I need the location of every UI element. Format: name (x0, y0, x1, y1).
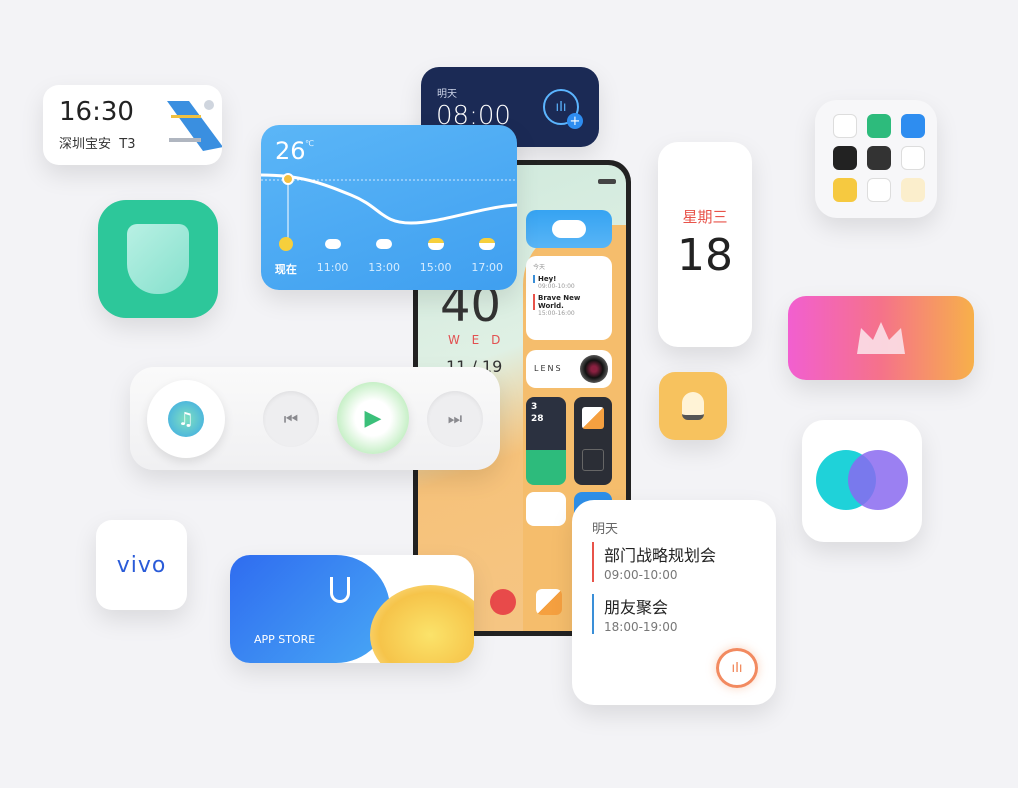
dock-app-icon[interactable] (536, 589, 562, 615)
note-title: Hey! (533, 275, 605, 283)
status-bar-battery-icon (598, 179, 616, 184)
steps-value: 28 (531, 414, 544, 424)
music-note-icon: ♫ (168, 401, 204, 437)
event-title: 部门战略规划会 (604, 546, 717, 565)
cube-icon (582, 407, 604, 429)
event-time: 18:00-19:00 (604, 620, 678, 634)
forecast-hour: 15:00 (420, 237, 452, 277)
date-day: 18 (677, 230, 733, 281)
clock-app-icon[interactable] (833, 114, 857, 138)
alarm-label: 明天 (437, 89, 457, 100)
previous-track-button[interactable]: ⏮ (263, 391, 319, 447)
rain-cloud-icon (376, 239, 393, 249)
date-widget[interactable]: 星期三 18 (658, 142, 752, 347)
weather-unit: ℃ (305, 139, 314, 148)
lightbulb-icon (682, 392, 704, 420)
app-store-logo-icon (330, 577, 350, 603)
flight-airport: 深圳宝安 T3 (59, 137, 136, 152)
note-time: 09:00-10:00 (538, 283, 575, 290)
weather-temp: 26 (275, 137, 306, 165)
security-app-icon[interactable] (98, 200, 218, 318)
music-player-widget: ♫ ⏮ ▶ ⏭ (130, 367, 500, 470)
lockscreen-weekday: W E D (448, 333, 505, 347)
app-folder-widget[interactable] (815, 100, 937, 218)
purple-circle-icon (848, 450, 908, 510)
forecast-hour: 17:00 (471, 237, 503, 277)
calculator-app-icon[interactable] (833, 146, 857, 170)
date-weekday: 星期三 (682, 208, 728, 226)
forecast-hour: 11:00 (317, 237, 348, 277)
compass-app-icon[interactable] (901, 146, 925, 170)
phone-weather-widget[interactable] (526, 210, 612, 248)
phone-clock-widget[interactable] (526, 492, 566, 526)
plus-icon: + (567, 113, 583, 129)
camera-lens-icon (580, 355, 608, 383)
event-time: 09:00-10:00 (604, 568, 678, 582)
dock-app-icon[interactable] (490, 589, 516, 615)
shield-cube-icon (127, 224, 189, 294)
translate-app-icon[interactable] (867, 178, 891, 202)
airplane-tail-icon (167, 100, 222, 151)
event-title: 朋友聚会 (604, 598, 669, 617)
phone-steps-widget[interactable]: 3 28 (526, 397, 566, 485)
partly-cloudy-icon (479, 238, 496, 250)
app-store-label: APP STORE (254, 633, 316, 646)
steps-value: 3 (531, 402, 538, 412)
temperature-curve (261, 173, 517, 243)
partly-cloudy-icon (427, 238, 444, 250)
cube-outline-icon (582, 449, 604, 471)
app-store-widget[interactable]: APP STORE (230, 555, 474, 663)
flashlight-widget[interactable] (659, 372, 727, 440)
calendar-event[interactable]: 朋友聚会 18:00-19:00 (592, 594, 678, 634)
note-title: Brave New World. (533, 294, 605, 310)
vivo-logo-card[interactable]: vivo (96, 520, 187, 610)
overlap-app-widget[interactable] (802, 420, 922, 542)
flight-time: 16:30 (59, 97, 134, 127)
calendar-event[interactable]: 部门战略规划会 09:00-10:00 (592, 542, 716, 582)
memo-app-icon[interactable] (901, 178, 925, 202)
next-track-button[interactable]: ⏭ (427, 391, 483, 447)
note-time: 15:00-16:00 (538, 310, 575, 317)
files-app-icon[interactable] (901, 114, 925, 138)
contacts-app-icon[interactable] (867, 114, 891, 138)
forecast-hour: 13:00 (368, 237, 400, 277)
phone-lens-widget[interactable]: LENS (526, 350, 612, 388)
cloud-icon (552, 220, 586, 238)
play-button[interactable]: ▶ (337, 382, 409, 454)
lens-label: LENS (534, 364, 563, 373)
sun-icon (278, 237, 293, 251)
music-note-button[interactable]: ♫ (147, 380, 225, 458)
notes-header: 今天 (533, 264, 546, 271)
crown-icon (857, 322, 905, 354)
voice-add-icon[interactable]: ıIı (716, 648, 758, 688)
calendar-widget[interactable]: 明天 部门战略规划会 09:00-10:00 朋友聚会 18:00-19:00 … (572, 500, 776, 705)
phone-cube-widget[interactable] (574, 397, 612, 485)
forecast-hour: 现在 (275, 237, 297, 277)
recorder-app-icon[interactable] (867, 146, 891, 170)
theme-store-widget[interactable] (788, 296, 974, 380)
calendar-day-label: 明天 (592, 522, 619, 537)
weather-widget[interactable]: 26 ℃ 现在 11:00 13:00 15:00 17:00 (261, 125, 517, 290)
flight-widget[interactable]: 16:30 深圳宝安 T3 (43, 85, 222, 165)
phone-notes-widget[interactable]: 今天 Hey! 09:00-10:00 Brave New World. 15:… (526, 256, 612, 340)
vivo-logo: vivo (116, 552, 167, 578)
rain-cloud-icon (324, 239, 341, 249)
notes-app-icon[interactable] (833, 178, 857, 202)
